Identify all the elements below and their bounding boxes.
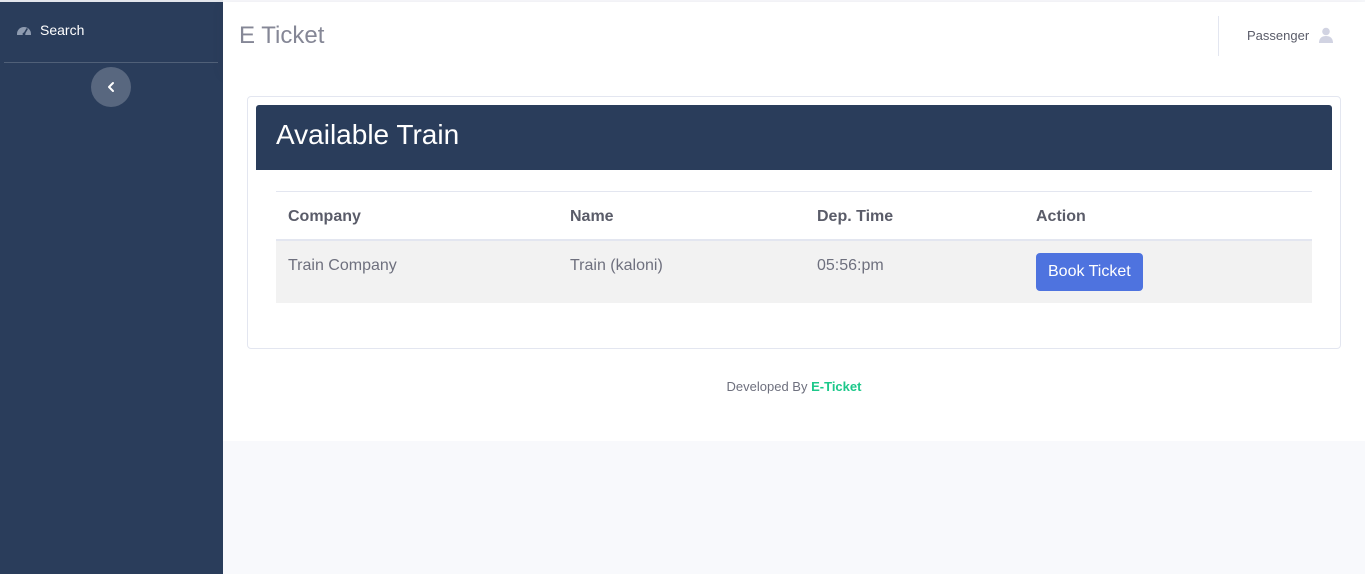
user-icon [1319, 27, 1334, 43]
table-header-row: Company Name Dep. Time Action [276, 192, 1312, 241]
footer: Developed By E-Ticket [223, 379, 1365, 394]
cell-name: Train (kaloni) [570, 257, 663, 274]
sidebar-divider [4, 62, 218, 63]
column-header-dep-time: Dep. Time [817, 208, 894, 225]
sidebar-item-search[interactable]: Search [16, 22, 84, 38]
available-train-card: Available Train Company Name Dep. Time A… [247, 96, 1341, 349]
cell-company: Train Company [288, 257, 397, 274]
footer-brand: E-Ticket [811, 379, 862, 394]
user-name: Passenger [1247, 27, 1310, 43]
column-header-action: Action [1036, 208, 1086, 225]
table-row: Train Company Train (kaloni) 05:56:pm Bo… [276, 241, 1312, 303]
train-table: Company Name Dep. Time Action Train Comp… [276, 191, 1312, 303]
sidebar-toggle-button[interactable] [91, 67, 131, 107]
page-title: E Ticket [239, 22, 325, 49]
card-title: Available Train [276, 119, 460, 150]
footer-prefix: Developed By [726, 379, 808, 394]
dashboard-gauge-icon [16, 23, 32, 37]
column-header-name: Name [570, 208, 614, 225]
card-header: Available Train [256, 105, 1332, 170]
book-ticket-button[interactable]: Book Ticket [1036, 253, 1143, 291]
sidebar-top-border [0, 0, 223, 2]
topbar: E Ticket Passenger [223, 2, 1365, 72]
topbar-divider [1218, 16, 1219, 56]
cell-dep-time: 05:56:pm [817, 257, 884, 274]
column-header-company: Company [288, 208, 361, 225]
sidebar: Search [0, 0, 223, 574]
user-menu[interactable]: Passenger [1247, 27, 1334, 43]
chevron-left-icon [106, 81, 116, 93]
sidebar-item-label: Search [40, 22, 85, 38]
